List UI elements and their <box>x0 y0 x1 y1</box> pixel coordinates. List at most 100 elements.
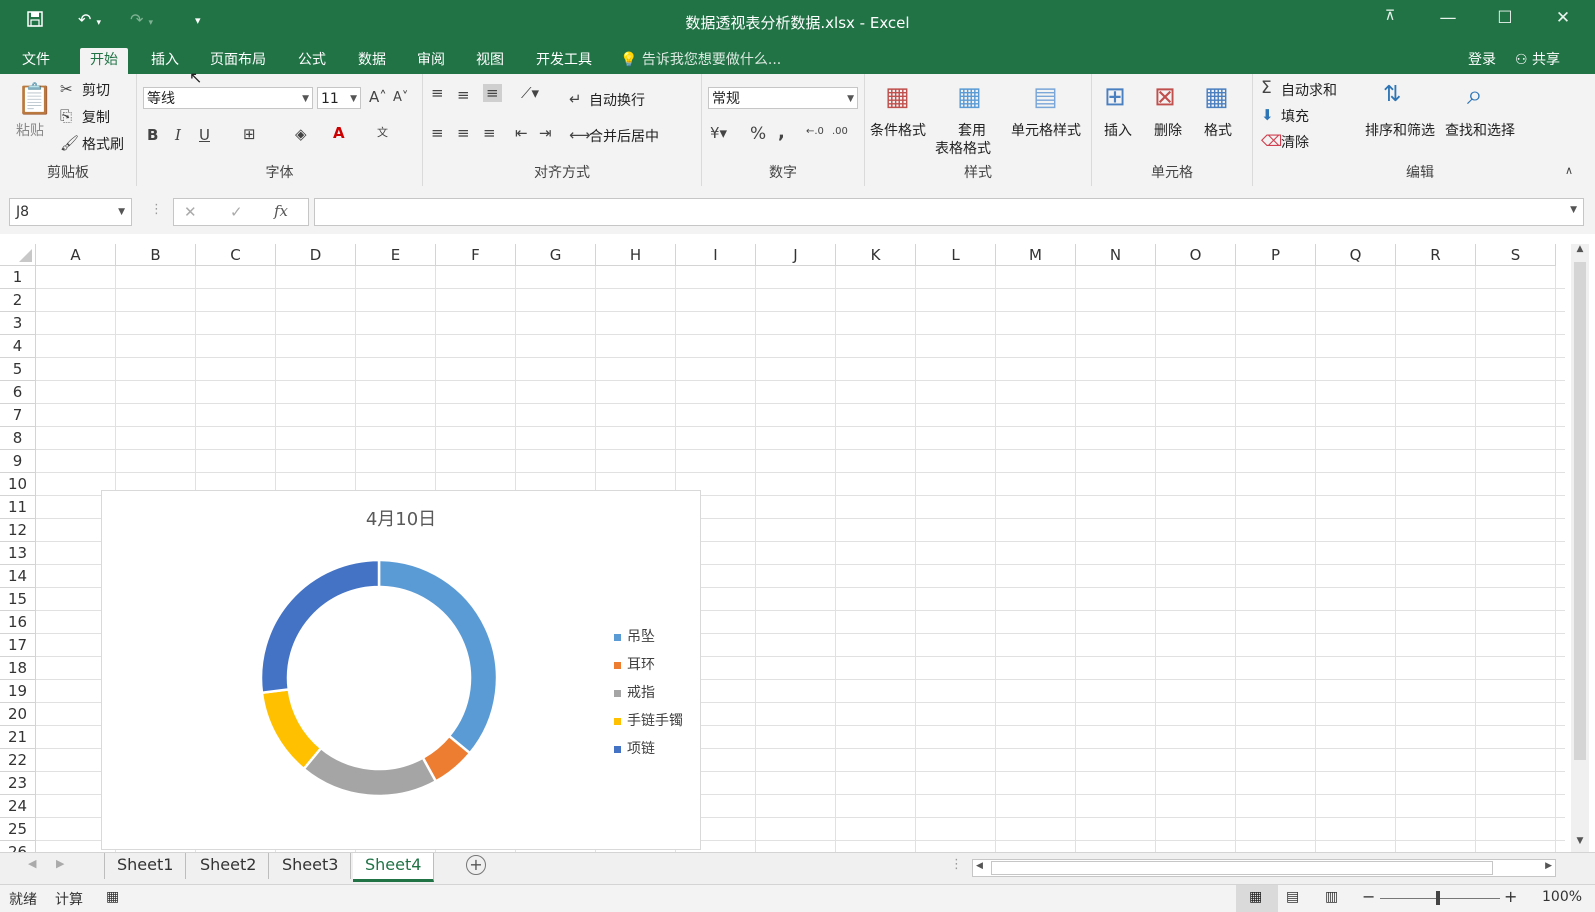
row-header[interactable]: 6 <box>0 381 36 404</box>
comma-button[interactable]: , <box>778 122 785 143</box>
horizontal-scrollbar[interactable]: ◀ ▶ <box>972 859 1556 877</box>
maximize-icon[interactable]: ☐ <box>1485 8 1525 34</box>
decrease-decimal-icon[interactable]: .00 <box>832 126 848 137</box>
increase-decimal-icon[interactable]: ←.0 <box>806 126 824 137</box>
doughnut-slice[interactable] <box>377 558 499 755</box>
minimize-icon[interactable]: — <box>1428 8 1468 34</box>
row-header[interactable]: 23 <box>0 772 36 795</box>
column-header[interactable]: K <box>836 244 916 266</box>
close-icon[interactable]: ✕ <box>1543 8 1583 34</box>
splitter-icon[interactable]: ⋮ <box>950 857 963 872</box>
column-header[interactable]: F <box>436 244 516 266</box>
row-header[interactable]: 15 <box>0 588 36 611</box>
select-all-corner[interactable] <box>0 244 36 266</box>
copy-button[interactable]: 复制 <box>82 107 110 127</box>
legend-entry[interactable]: 戒指 <box>614 682 655 702</box>
doughnut-slice[interactable] <box>302 746 438 798</box>
scroll-down-icon[interactable]: ▼ <box>1571 836 1589 852</box>
column-header[interactable]: R <box>1396 244 1476 266</box>
table-format-button-line2[interactable]: 表格格式 <box>935 138 991 158</box>
align-middle-icon[interactable]: ≡ <box>457 86 470 104</box>
align-left-icon[interactable]: ≡ <box>431 124 444 142</box>
format-cells-button[interactable]: 格式 <box>1204 120 1232 140</box>
tab-view[interactable]: 视图 <box>466 48 514 74</box>
doughnut-slice[interactable] <box>259 558 381 695</box>
row-header[interactable]: 14 <box>0 565 36 588</box>
scroll-left-icon[interactable]: ◀ <box>976 861 983 871</box>
page-layout-view-icon[interactable]: ▤ <box>1286 889 1299 905</box>
borders-icon[interactable]: ⊞ <box>243 125 256 143</box>
decrease-indent-icon[interactable]: ⇤ <box>515 124 528 142</box>
sheet-tab-3[interactable]: Sheet3 <box>270 853 352 879</box>
next-sheet-icon[interactable]: ▶ <box>56 857 64 870</box>
vertical-scrollbar[interactable]: ▲ ▼ <box>1571 244 1589 852</box>
insert-function-button[interactable]: fx <box>274 202 288 220</box>
zoom-level[interactable]: 100% <box>1542 889 1582 905</box>
phonetic-icon[interactable]: 文 <box>377 124 388 140</box>
fill-button[interactable]: 填充 <box>1281 106 1309 126</box>
prev-sheet-icon[interactable]: ◀ <box>28 857 36 870</box>
column-header[interactable]: H <box>596 244 676 266</box>
font-size-select[interactable]: 11 ▼ <box>317 87 361 109</box>
formula-input[interactable]: ▼ <box>314 198 1584 226</box>
doughnut-plot[interactable] <box>102 491 702 851</box>
normal-view-button[interactable]: ▦ <box>1236 885 1278 912</box>
expand-formula-icon[interactable]: ▼ <box>1570 205 1577 215</box>
macro-record-icon[interactable]: ▦ <box>106 889 119 905</box>
row-header[interactable]: 8 <box>0 427 36 450</box>
column-header[interactable]: S <box>1476 244 1556 266</box>
page-break-view-icon[interactable]: ▥ <box>1325 889 1338 905</box>
delete-cells-button[interactable]: 删除 <box>1154 120 1182 140</box>
row-header[interactable]: 11 <box>0 496 36 519</box>
column-header[interactable]: G <box>516 244 596 266</box>
row-header[interactable]: 10 <box>0 473 36 496</box>
zoom-out-icon[interactable]: − <box>1362 887 1375 906</box>
sheet-tab-2[interactable]: Sheet2 <box>188 853 270 879</box>
tab-home[interactable]: 开始 <box>80 48 128 74</box>
insert-cells-button[interactable]: 插入 <box>1104 120 1132 140</box>
align-center-icon[interactable]: ≡ <box>457 124 470 142</box>
font-color-icon[interactable]: A <box>333 124 345 142</box>
font-name-select[interactable]: 等线 ▼ <box>143 87 313 109</box>
tell-me-box[interactable]: 💡 告诉我您想要做什么... <box>620 48 781 72</box>
row-header[interactable]: 18 <box>0 657 36 680</box>
column-header[interactable]: I <box>676 244 756 266</box>
collapse-ribbon-icon[interactable]: ∧ <box>1565 164 1573 177</box>
login-link[interactable]: 登录 <box>1468 48 1496 72</box>
increase-indent-icon[interactable]: ⇥ <box>539 124 552 142</box>
legend-entry[interactable]: 吊坠 <box>614 626 655 646</box>
row-header[interactable]: 22 <box>0 749 36 772</box>
tab-data[interactable]: 数据 <box>348 48 396 74</box>
legend-entry[interactable]: 手链手镯 <box>614 710 683 730</box>
zoom-slider[interactable] <box>1380 898 1500 899</box>
column-header[interactable]: N <box>1076 244 1156 266</box>
status-calculate[interactable]: 计算 <box>55 889 83 909</box>
doughnut-slice[interactable] <box>260 688 323 771</box>
row-header[interactable]: 20 <box>0 703 36 726</box>
column-header[interactable]: J <box>756 244 836 266</box>
column-header[interactable]: P <box>1236 244 1316 266</box>
italic-button[interactable]: I <box>175 126 181 144</box>
fill-color-icon[interactable]: ◈ <box>295 125 307 143</box>
align-bottom-icon[interactable]: ≡ <box>483 84 502 102</box>
add-sheet-icon[interactable]: + <box>466 855 486 875</box>
font-shrink-icon[interactable]: A˅ <box>393 90 408 105</box>
bold-button[interactable]: B <box>147 126 158 144</box>
paste-icon[interactable]: 📋 <box>16 82 53 117</box>
orientation-icon[interactable]: ⟋▾ <box>521 84 539 102</box>
tab-insert[interactable]: 插入 <box>141 48 189 74</box>
name-box[interactable]: J8 ▼ <box>9 198 132 226</box>
tab-file[interactable]: 文件 <box>12 48 60 74</box>
wrap-text-button[interactable]: 自动换行 <box>589 90 645 110</box>
underline-button[interactable]: U <box>199 126 210 144</box>
row-header[interactable]: 24 <box>0 795 36 818</box>
row-header[interactable]: 16 <box>0 611 36 634</box>
row-header[interactable]: 21 <box>0 726 36 749</box>
autosum-button[interactable]: 自动求和 <box>1281 80 1337 100</box>
percent-button[interactable]: % <box>750 124 766 144</box>
clear-button[interactable]: 清除 <box>1281 132 1309 152</box>
column-header[interactable]: A <box>36 244 116 266</box>
row-header[interactable]: 25 <box>0 818 36 841</box>
row-header[interactable]: 2 <box>0 289 36 312</box>
format-painter-button[interactable]: 格式刷 <box>82 134 124 154</box>
